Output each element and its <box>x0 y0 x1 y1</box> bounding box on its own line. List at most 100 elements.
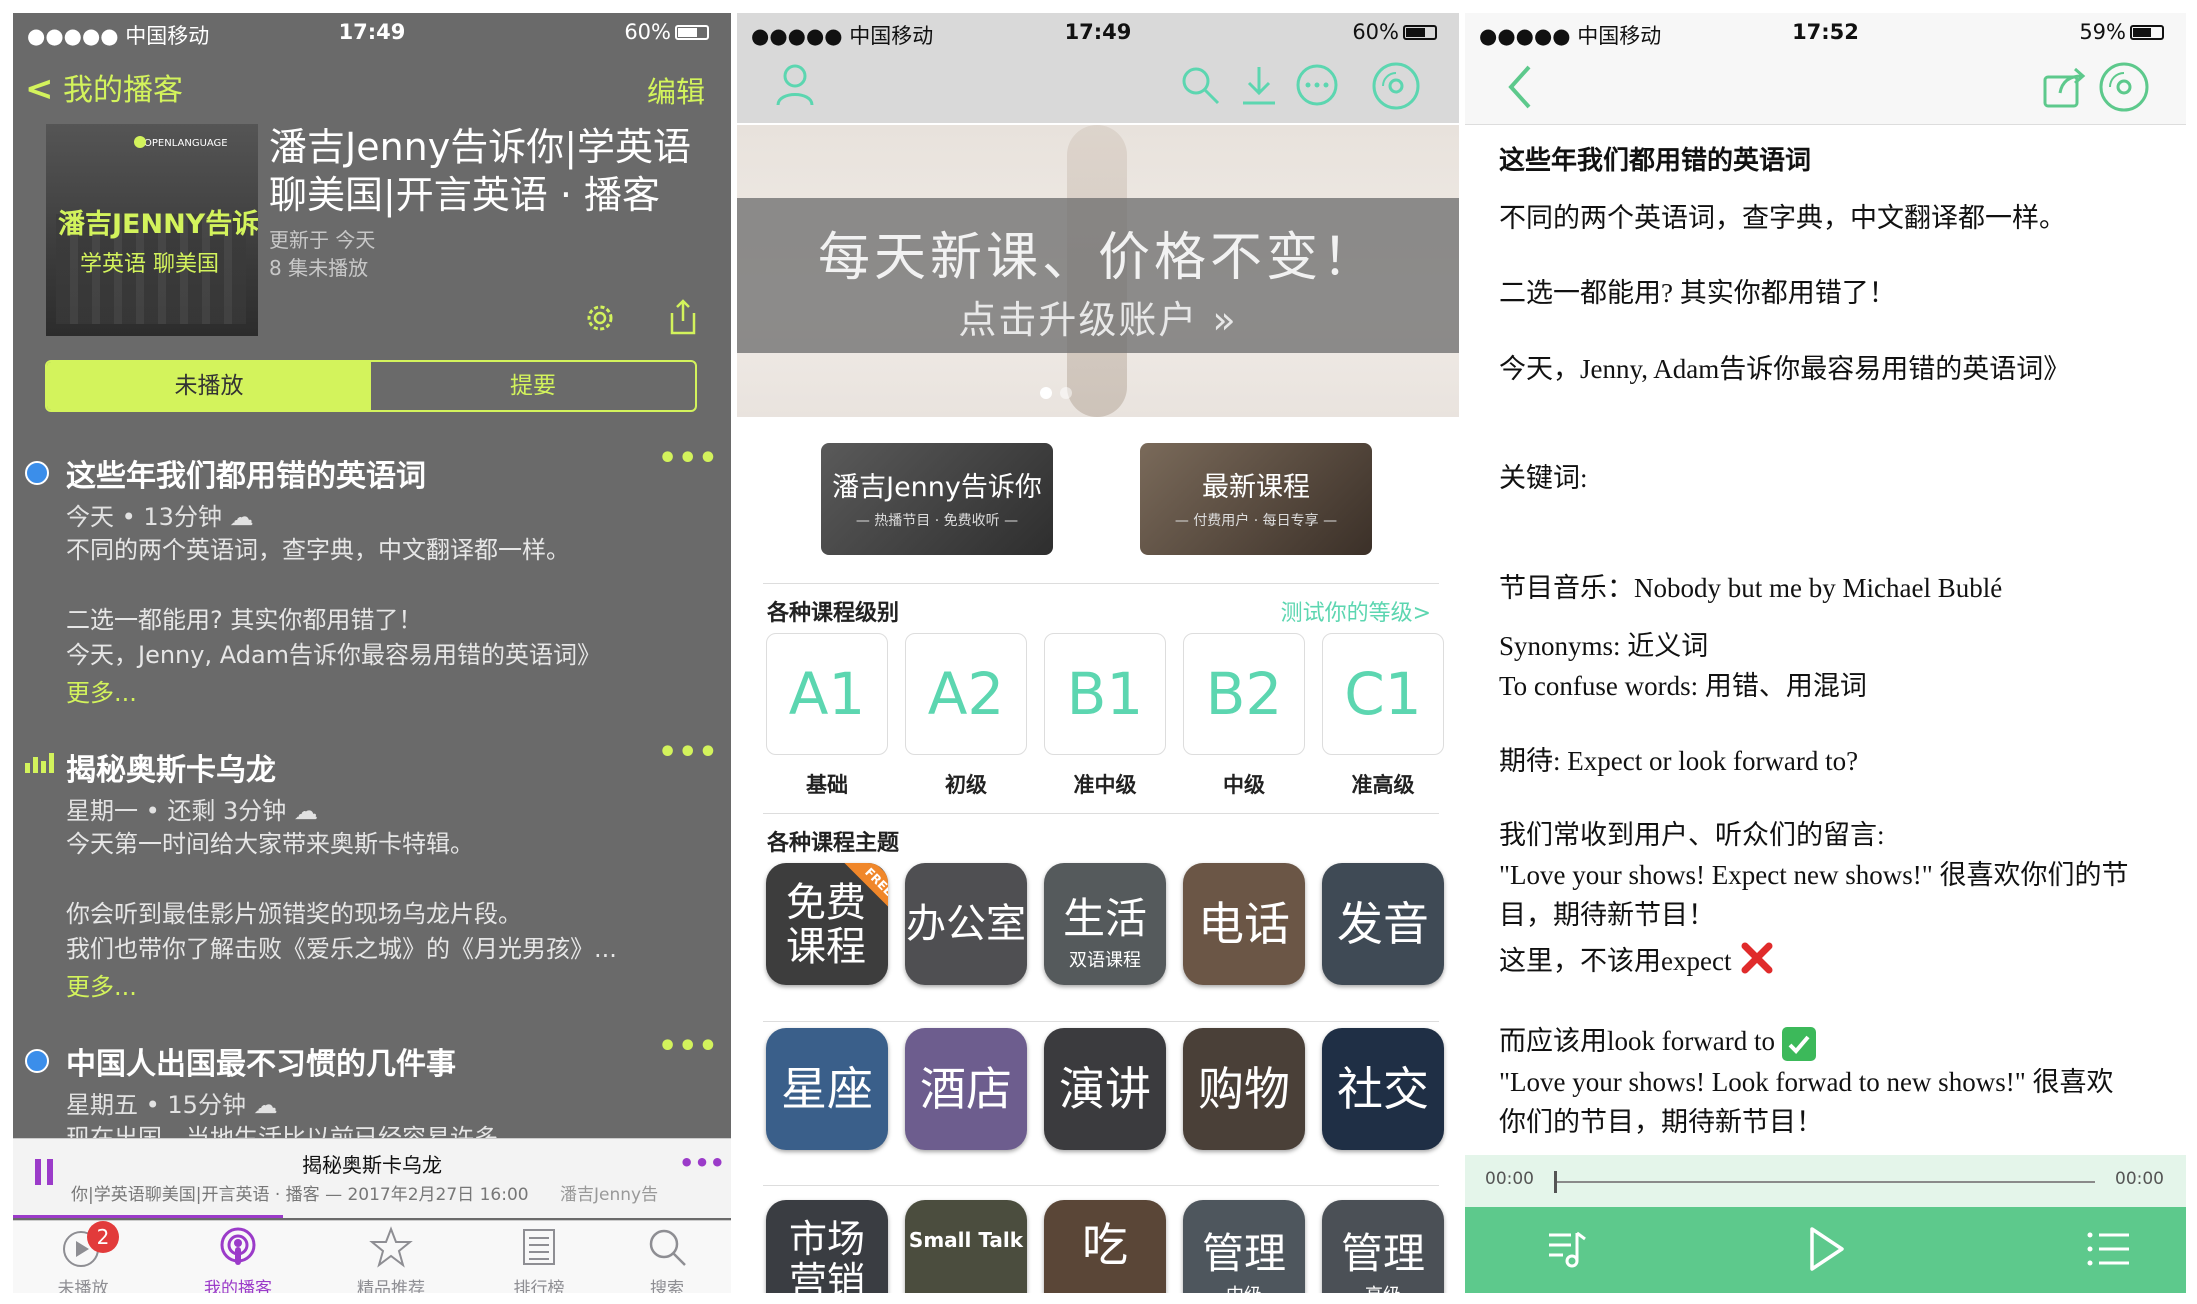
episode-item[interactable]: 中国人出国最不习惯的几件事 ••• 星期五 • 15分钟 ☁ 现在出国，当地生活… <box>13 1029 731 1153</box>
episode-meta: 星期一 • 还剩 3分钟 ☁ <box>66 797 318 825</box>
download-icon[interactable] <box>1239 63 1279 111</box>
notes-line: 关键词: <box>1499 463 1588 493</box>
topic-life[interactable]: 生活 双语课程 <box>1044 863 1166 985</box>
topic-constellation[interactable]: 星座 <box>766 1028 888 1150</box>
topic-office[interactable]: 办公室 <box>905 863 1027 985</box>
tab-search[interactable]: 搜索 <box>607 1221 727 1293</box>
disc-player-icon[interactable] <box>2098 61 2150 117</box>
level-b2[interactable]: B2 <box>1183 633 1305 755</box>
settings-gear-icon[interactable] <box>583 301 617 339</box>
more-options-icon[interactable]: ••• <box>658 735 719 770</box>
card-free-show[interactable]: 潘吉Jenny告诉你 — 热播节目 · 免费收听 — <box>821 443 1053 555</box>
cover-brand: OPENLANGUAGE <box>144 138 228 149</box>
elapsed-time: 00:00 <box>1485 1169 1534 1189</box>
segment-unplayed[interactable]: 未播放 <box>47 362 371 410</box>
topic-label: 生活 <box>1062 894 1147 943</box>
progress-handle[interactable] <box>1554 1171 1557 1193</box>
notes-line: 二选一都能用? 其实你都用错了！ <box>1499 278 1896 308</box>
mini-player[interactable]: 揭秘奥斯卡乌龙 你|学英语聊美国|开言英语 · 播客 — 2017年2月27日 … <box>13 1138 731 1218</box>
notes-line: "Love your shows! Expect new shows!" 很喜欢… <box>1499 860 2129 890</box>
topic-pronunciation[interactable]: 发音 <box>1322 863 1444 985</box>
progress-row: 00:00 00:00 <box>1465 1155 2186 1207</box>
back-chevron-icon[interactable] <box>1505 63 1535 115</box>
now-playing-bars-icon <box>25 753 54 773</box>
more-link[interactable]: 更多... <box>66 967 137 1002</box>
battery-level: 60% <box>1352 20 1399 44</box>
profile-icon[interactable] <box>775 63 815 111</box>
test-level-link[interactable]: 测试你的等级> <box>1281 595 1431 627</box>
topic-shopping[interactable]: 购物 <box>1183 1028 1305 1150</box>
topic-label: 市场营销 <box>788 1217 865 1293</box>
tab-my-podcasts[interactable]: 我的播客 <box>168 1221 308 1293</box>
level-a1[interactable]: A1 <box>766 633 888 755</box>
topic-eat[interactable]: 吃 <box>1044 1200 1166 1293</box>
tab-featured[interactable]: 精品推荐 <box>331 1221 451 1293</box>
share-icon[interactable] <box>668 299 698 341</box>
show-notes-panel: ●●●●● 中国移动 17:52 59% 这些年我们都用错的英语词 不同的两个英… <box>1465 13 2186 1293</box>
cross-mark-icon <box>1740 941 1774 986</box>
topic-label: 管理 <box>1201 1229 1286 1278</box>
segment-feed[interactable]: 提要 <box>371 362 695 410</box>
disc-player-icon[interactable] <box>1371 61 1421 115</box>
topic-phone[interactable]: 电话 <box>1183 863 1305 985</box>
clock: 17:49 <box>338 20 406 44</box>
episode-desc-line: 今天第一时间给大家带来奥斯卡特辑。 <box>66 830 474 858</box>
progress-track[interactable] <box>1555 1181 2095 1183</box>
tab-label: 未播放 <box>57 1279 109 1293</box>
player-more-icon[interactable]: ••• <box>679 1149 725 1177</box>
topic-speech[interactable]: 演讲 <box>1044 1028 1166 1150</box>
more-options-icon[interactable]: ••• <box>658 441 719 476</box>
upgrade-banner[interactable]: 每天新课、价格不变！ 点击升级账户 » <box>737 125 1459 417</box>
episode-desc-line: 我们也带你了解击败《爱乐之城》的《月光男孩》... <box>66 935 617 963</box>
tab-charts[interactable]: 排行榜 <box>479 1221 599 1293</box>
level-label: 准高级 <box>1351 773 1415 797</box>
card-latest-course[interactable]: 最新课程 — 付费用户 · 每日专享 — <box>1140 443 1372 555</box>
level-label: 初级 <box>945 773 987 797</box>
notes-line: 而应该用look forward to <box>1499 1021 1816 1061</box>
topic-small-talk[interactable]: Small Talk <box>905 1200 1027 1293</box>
search-icon[interactable] <box>1178 63 1222 111</box>
battery-icon <box>2130 25 2164 40</box>
more-options-icon[interactable]: ••• <box>658 1029 719 1064</box>
episode-title: 这些年我们都用错的英语词 <box>66 459 426 494</box>
notes-line: 你们的节目，期待新节目！ <box>1499 1107 1823 1137</box>
topic-social[interactable]: 社交 <box>1322 1028 1444 1150</box>
level-a2[interactable]: A2 <box>905 633 1027 755</box>
edit-button[interactable]: 编辑 <box>647 69 705 111</box>
card-subtitle: — 付费用户 · 每日专享 — <box>1174 513 1338 529</box>
topic-management-mid[interactable]: 管理 中级 <box>1183 1200 1305 1293</box>
share-icon[interactable] <box>2042 65 2088 113</box>
level-c1[interactable]: C1 <box>1322 633 1444 755</box>
episode-desc-line: 你会听到最佳影片颁错奖的现场乌龙片段。 <box>66 900 522 928</box>
playlist-music-icon[interactable] <box>1545 1227 1587 1275</box>
card-subtitle: — 热播节目 · 免费收听 — <box>855 513 1019 529</box>
tab-unplayed[interactable]: 2 未播放 <box>23 1221 143 1293</box>
notes-line: 节目音乐：Nobody but me by Michael Bublé <box>1499 573 2003 603</box>
more-circle-icon[interactable] <box>1295 63 1339 111</box>
topic-free-course[interactable]: FREE 免费课程 <box>766 863 888 985</box>
topics-header: 各种课程主题 <box>767 831 900 856</box>
divider <box>763 1021 1439 1022</box>
level-b1[interactable]: B1 <box>1044 633 1166 755</box>
episode-item[interactable]: 揭秘奥斯卡乌龙 ••• 星期一 • 还剩 3分钟 ☁ 今天第一时间给大家带来奥斯… <box>13 735 731 1015</box>
topic-hotel[interactable]: 酒店 <box>905 1028 1027 1150</box>
notes-line: 我们常收到用户、听众们的留言: <box>1499 820 1885 850</box>
notes-line: 不同的两个英语词，查字典，中文翻译都一样。 <box>1499 203 2066 233</box>
banner-headline: 每天新课、价格不变！ <box>817 228 1378 288</box>
clock: 17:52 <box>1792 20 1859 44</box>
notes-text: 这里，不该用expect <box>1499 946 1732 976</box>
menu-list-icon[interactable] <box>2085 1229 2133 1273</box>
notes-line: "Love your shows! Look forwad to new sho… <box>1499 1067 2114 1097</box>
topic-marketing[interactable]: 市场营销 <box>766 1200 888 1293</box>
tab-label: 排行榜 <box>513 1279 565 1293</box>
back-button[interactable]: < 我的播客 <box>25 65 183 109</box>
notes-line: 今天，Jenny, Adam告诉你最容易用错的英语词》 <box>1499 354 2071 384</box>
topic-management-adv[interactable]: 管理 高级 <box>1322 1200 1444 1293</box>
episode-item[interactable]: 这些年我们都用错的英语词 ••• 今天 • 13分钟 ☁ 不同的两个英语词，查字… <box>13 441 731 721</box>
divider <box>763 1185 1439 1186</box>
topic-sublabel: 双语课程 <box>1069 950 1141 971</box>
tab-bar: 2 未播放 我的播客 精品推荐 排行榜 搜索 <box>13 1220 731 1293</box>
play-icon[interactable] <box>1806 1225 1846 1277</box>
more-link[interactable]: 更多... <box>66 673 137 708</box>
card-title: 潘吉Jenny告诉你 <box>832 472 1042 503</box>
